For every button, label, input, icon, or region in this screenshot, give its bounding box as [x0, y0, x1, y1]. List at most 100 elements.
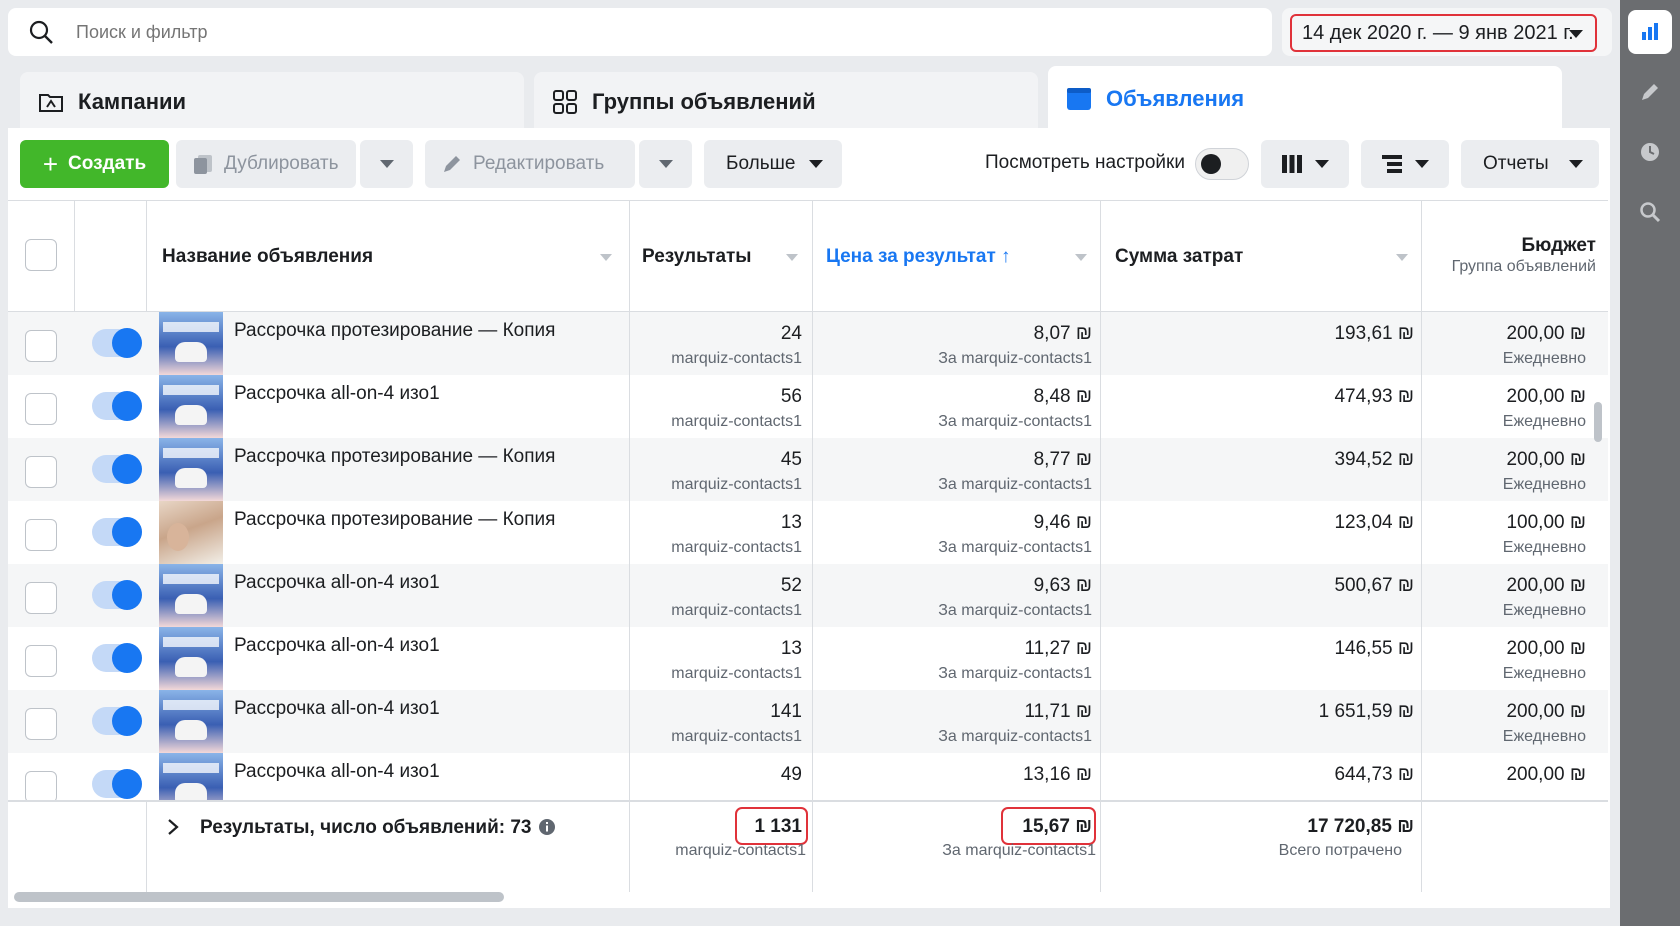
ad-status-toggle[interactable] [92, 391, 142, 421]
row-checkbox[interactable] [25, 771, 57, 800]
tab-label: Группы объявлений [592, 89, 816, 114]
horizontal-scrollbar[interactable] [14, 892, 504, 902]
ad-thumbnail[interactable] [159, 690, 223, 753]
row-checkbox[interactable] [25, 456, 57, 488]
ad-name[interactable]: Рассрочка all-on-4 изо1 [234, 698, 440, 720]
ad-name[interactable]: Рассрочка all-on-4 изо1 [234, 572, 440, 594]
thumb-tooth [175, 468, 207, 488]
totals-row: Результаты, число объявлений: 73 1 131 m… [8, 800, 1608, 892]
chevron-down-icon [1415, 160, 1429, 168]
thumb-banner [163, 637, 219, 647]
thumb-banner [163, 700, 219, 710]
grid-icon [553, 90, 577, 114]
chart-button[interactable] [1628, 10, 1672, 54]
ad-thumbnail[interactable] [159, 312, 223, 375]
table-row[interactable]: Рассрочка all-on-4 изо1 56 marquiz-conta… [8, 375, 1608, 438]
column-header-budget[interactable]: Бюджет [1521, 235, 1596, 257]
reports-button[interactable]: Отчеты [1461, 140, 1599, 188]
edit-button[interactable] [1628, 70, 1672, 114]
cell-divider [812, 802, 813, 892]
cell-divider [1421, 501, 1422, 564]
row-checkbox[interactable] [25, 330, 57, 362]
ad-status-toggle[interactable] [92, 706, 142, 736]
chevron-right-icon[interactable] [166, 818, 180, 836]
ad-thumbnail[interactable] [159, 501, 223, 564]
budget-sub: Ежедневно [1502, 539, 1586, 556]
table-row[interactable]: Рассрочка all-on-4 изо1 49 13,16 ₪ 644,7… [8, 753, 1608, 800]
table-row[interactable]: Рассрочка протезирование — Копия 24 marq… [8, 312, 1608, 375]
table-row[interactable]: Рассрочка протезирование — Копия 45 marq… [8, 438, 1608, 501]
ad-thumbnail[interactable] [159, 438, 223, 501]
chevron-down-icon[interactable] [1396, 254, 1408, 261]
ad-status-toggle[interactable] [92, 580, 142, 610]
vertical-scrollbar[interactable] [1594, 402, 1602, 442]
ad-name[interactable]: Рассрочка протезирование — Копия [234, 446, 555, 468]
chevron-down-icon[interactable] [786, 254, 798, 261]
column-header-results[interactable]: Результаты [642, 246, 752, 268]
row-checkbox[interactable] [25, 393, 57, 425]
toggle-knob [112, 454, 142, 484]
chevron-down-icon[interactable] [600, 254, 612, 261]
column-header-cost-per-result[interactable]: Цена за результат ↑ [826, 246, 1011, 268]
ad-status-toggle[interactable] [92, 769, 142, 799]
ad-name[interactable]: Рассрочка all-on-4 изо1 [234, 761, 440, 783]
row-checkbox[interactable] [25, 582, 57, 614]
inspect-button[interactable] [1628, 190, 1672, 234]
thumb-banner [163, 448, 219, 458]
ad-thumbnail[interactable] [159, 753, 223, 800]
ad-status-toggle[interactable] [92, 517, 142, 547]
table-row[interactable]: Рассрочка all-on-4 изо1 52 marquiz-conta… [8, 564, 1608, 627]
tab-adsets[interactable]: Группы объявлений [534, 72, 1038, 132]
results-value: 56 [780, 386, 802, 407]
ad-thumbnail[interactable] [159, 375, 223, 438]
tab-campaigns[interactable]: Кампании [20, 72, 524, 132]
row-checkbox[interactable] [25, 708, 57, 740]
tab-ads[interactable]: Объявления [1048, 66, 1562, 132]
date-range-picker[interactable]: 14 дек 2020 г. — 9 янв 2021 г. [1290, 14, 1597, 52]
table-row[interactable]: Рассрочка протезирование — Копия 13 marq… [8, 501, 1608, 564]
edit-dropdown[interactable] [639, 140, 692, 188]
cell-divider [1100, 753, 1101, 800]
create-button[interactable]: + Создать [20, 140, 169, 188]
amount-spent-value: 1 651,59 ₪ [1318, 701, 1414, 722]
more-label: Больше [726, 153, 796, 174]
row-checkbox[interactable] [25, 645, 57, 677]
results-value: 45 [780, 449, 802, 470]
cost-per-result-sub: За marquiz-contacts1 [938, 602, 1092, 619]
more-button[interactable]: Больше [704, 140, 842, 188]
ad-name[interactable]: Рассрочка протезирование — Копия [234, 320, 555, 342]
ad-status-toggle[interactable] [92, 454, 142, 484]
duplicate-button[interactable]: Дублировать [176, 140, 356, 188]
header-divider [1421, 200, 1422, 312]
column-header-amount-spent[interactable]: Сумма затрат [1115, 246, 1243, 268]
info-icon[interactable] [538, 818, 556, 836]
breakdown-button[interactable] [1361, 140, 1449, 188]
row-checkbox[interactable] [25, 519, 57, 551]
table-row[interactable]: Рассрочка all-on-4 изо1 141 marquiz-cont… [8, 690, 1608, 753]
select-all-checkbox[interactable] [25, 239, 57, 271]
ad-name[interactable]: Рассрочка протезирование — Копия [234, 509, 555, 531]
cost-per-result-sub: За marquiz-contacts1 [938, 350, 1092, 367]
results-value: 13 [780, 638, 802, 659]
ad-name[interactable]: Рассрочка all-on-4 изо1 [234, 383, 440, 405]
column-header-name[interactable]: Название объявления [162, 246, 373, 268]
cost-per-result-value: 8,48 ₪ [1033, 386, 1092, 407]
edit-button[interactable]: Редактировать [425, 140, 635, 188]
view-settings-toggle[interactable] [1195, 148, 1249, 180]
table-row[interactable]: Рассрочка all-on-4 изо1 13 marquiz-conta… [8, 627, 1608, 690]
ad-name[interactable]: Рассрочка all-on-4 изо1 [234, 635, 440, 657]
toggle-knob [1201, 154, 1221, 174]
toggle-knob [112, 580, 142, 610]
history-button[interactable] [1628, 130, 1672, 174]
duplicate-dropdown[interactable] [360, 140, 413, 188]
chevron-down-icon[interactable] [1075, 254, 1087, 261]
thumb-banner [163, 385, 219, 395]
ad-thumbnail[interactable] [159, 564, 223, 627]
ad-thumbnail[interactable] [159, 627, 223, 690]
ad-status-toggle[interactable] [92, 643, 142, 673]
amount-spent-value: 644,73 ₪ [1334, 764, 1414, 785]
search-input[interactable] [76, 21, 1272, 43]
date-range-label: 14 дек 2020 г. — 9 янв 2021 г. [1302, 21, 1574, 44]
ad-status-toggle[interactable] [92, 328, 142, 358]
columns-button[interactable] [1261, 140, 1349, 188]
